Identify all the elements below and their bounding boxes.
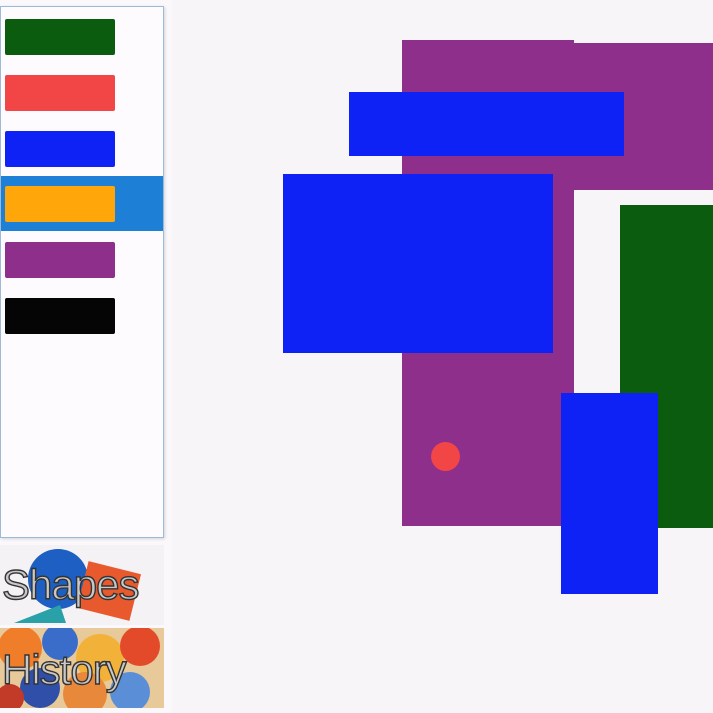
swatch-row-green[interactable]	[1, 9, 163, 64]
drawing-canvas[interactable]	[172, 0, 713, 713]
history-label: History	[1, 645, 127, 693]
color-swatch-green[interactable]	[5, 19, 115, 55]
swatch-row-blue[interactable]	[1, 121, 163, 176]
swatch-row-black[interactable]	[1, 288, 163, 343]
shapes-label: Shapes	[1, 560, 140, 608]
sidebar: Shapes History	[0, 0, 172, 713]
swatch-row-red[interactable]	[1, 65, 163, 120]
color-swatch-purple[interactable]	[5, 242, 115, 278]
shapes-button[interactable]: Shapes	[0, 545, 164, 625]
swatch-row-orange[interactable]	[1, 176, 163, 231]
swatch-row-purple[interactable]	[1, 232, 163, 287]
color-swatch-red[interactable]	[5, 75, 115, 111]
blue-rectangle-large[interactable]	[283, 174, 553, 353]
blue-rectangle-bottom[interactable]	[561, 393, 658, 594]
red-dot[interactable]	[431, 442, 460, 471]
color-swatch-orange[interactable]	[5, 186, 115, 222]
blue-rectangle-wide[interactable]	[349, 92, 624, 156]
color-palette	[0, 6, 164, 538]
history-button[interactable]: History	[0, 628, 164, 708]
color-swatch-black[interactable]	[5, 298, 115, 334]
color-swatch-blue[interactable]	[5, 131, 115, 167]
